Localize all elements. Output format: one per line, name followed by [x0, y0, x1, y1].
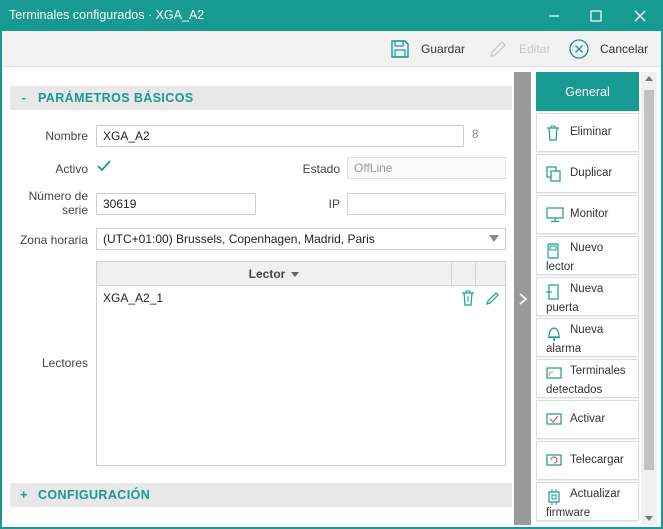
config-section-header[interactable]: + CONFIGURACIÓN [10, 483, 512, 507]
title-bar: Terminales configurados · XGA_A2 [0, 0, 663, 31]
expand-toggle: + [20, 488, 28, 502]
timezone-label: Zona horaria [19, 233, 88, 247]
new-reader-label-1: Nuevo [570, 242, 604, 254]
collapse-toggle: - [21, 91, 27, 105]
save-label: Guardar [421, 42, 466, 56]
maximize-icon [590, 9, 602, 22]
minimize-icon [549, 14, 559, 17]
checkmark-icon [97, 160, 111, 172]
download-refresh-icon [546, 453, 562, 470]
minimize-button[interactable] [534, 0, 574, 31]
timezone-value: (UTC+01:00) Brussels, Copenhagen, Madrid… [103, 232, 375, 246]
new-reader-label-2: lector [546, 261, 575, 273]
new-door-label-1: Nueva [570, 283, 604, 295]
reader-column-label: Lector [248, 267, 286, 281]
floppy-disk-icon [391, 40, 409, 58]
active-checkbox[interactable] [96, 158, 112, 174]
collapse-sidebar-handle[interactable] [514, 72, 531, 525]
serial-number-field[interactable]: 30619 [96, 193, 256, 215]
grid-header-spacer [452, 262, 476, 286]
timezone-select[interactable]: (UTC+01:00) Brussels, Copenhagen, Madrid… [96, 228, 506, 250]
monitor-label: Monitor [570, 208, 609, 220]
toolbar: Guardar Editar Cancelar [2, 31, 661, 67]
serial-label-line2: serie [61, 203, 88, 217]
cancel-button[interactable]: Cancelar [568, 35, 648, 63]
cancel-circle-icon [569, 39, 589, 59]
general-label: General [565, 84, 610, 99]
download-label: Telecargar [570, 454, 624, 466]
detected-terminals-label-2: detectados [546, 384, 603, 396]
active-label: Activo [55, 162, 88, 176]
bell-icon [546, 325, 562, 344]
maximize-button[interactable] [576, 0, 616, 31]
new-alarm-button[interactable]: Nueva alarma [536, 318, 639, 357]
delete-button[interactable]: Eliminar [536, 113, 639, 152]
scroll-down-arrow-icon[interactable] [645, 516, 653, 521]
trash-icon [546, 125, 560, 144]
reader-device-icon [546, 243, 560, 262]
activate-icon [546, 412, 562, 429]
ip-label: IP [328, 197, 340, 211]
new-door-label-2: puerta [546, 302, 579, 314]
door-icon [546, 284, 560, 303]
sidebar-scrollbar[interactable] [641, 72, 657, 525]
activate-label: Activar [570, 413, 606, 425]
download-button[interactable]: Telecargar [536, 441, 639, 480]
basic-section-title: PARÁMETROS BÁSICOS [38, 91, 194, 105]
delete-reader-button[interactable] [461, 290, 475, 309]
name-field[interactable]: XGA_A2 [96, 125, 464, 147]
config-section-title: CONFIGURACIÓN [38, 488, 151, 502]
dropdown-arrow-icon [489, 235, 499, 242]
state-field: OffLine [347, 157, 506, 179]
pencil-icon [486, 292, 499, 305]
sort-caret-icon [291, 271, 300, 277]
form-area: - PARÁMETROS BÁSICOS Nombre XGA_A2 8 Act… [2, 68, 514, 527]
readers-label: Lectores [41, 356, 88, 370]
readers-grid: Lector XGA_A2_1 [96, 261, 506, 466]
reader-column-header[interactable]: Lector [97, 262, 452, 286]
state-label: Estado [302, 162, 340, 176]
tab-general[interactable]: General [536, 72, 639, 111]
edit-button[interactable]: Editar [487, 35, 550, 63]
edit-reader-button[interactable] [485, 290, 501, 309]
trash-icon [462, 290, 474, 306]
close-window-button[interactable] [620, 0, 660, 31]
monitor-button[interactable]: Monitor [536, 195, 639, 234]
basic-section-header[interactable]: - PARÁMETROS BÁSICOS [10, 86, 512, 110]
detected-terminals-label-1: Terminales [570, 365, 626, 377]
window-title: Terminales configurados · XGA_A2 [9, 8, 205, 22]
update-firmware-label-2: firmware [546, 507, 591, 519]
duplicate-icon [546, 166, 562, 185]
new-alarm-label-1: Nueva [570, 324, 604, 336]
reader-name: XGA_A2_1 [103, 291, 164, 305]
edit-label: Editar [519, 42, 551, 56]
update-firmware-label-1: Actualizar [570, 488, 621, 500]
chip-icon [546, 489, 562, 508]
pencil-icon [490, 41, 506, 57]
chevron-right-icon [518, 292, 527, 305]
name-label: Nombre [45, 129, 88, 143]
new-reader-button[interactable]: Nuevo lector [536, 236, 639, 275]
new-door-button[interactable]: Nueva puerta [536, 277, 639, 316]
activate-button[interactable]: Activar [536, 400, 639, 439]
duplicate-label: Duplicar [570, 167, 613, 179]
monitor-icon [546, 207, 564, 226]
scroll-up-arrow-icon[interactable] [645, 76, 653, 81]
terminal-signal-icon [546, 366, 562, 383]
grid-header: Lector [97, 262, 505, 286]
new-alarm-label-2: alarma [546, 343, 582, 355]
table-row[interactable]: XGA_A2_1 [97, 286, 505, 310]
name-char-count: 8 [472, 129, 479, 141]
close-icon [634, 10, 646, 21]
save-button[interactable]: Guardar [389, 35, 465, 63]
cancel-label: Cancelar [600, 42, 649, 56]
duplicate-button[interactable]: Duplicar [536, 154, 639, 193]
detected-terminals-button[interactable]: Terminales detectados [536, 359, 639, 398]
ip-field[interactable] [347, 193, 506, 215]
delete-label: Eliminar [570, 126, 612, 138]
serial-label-line1: Número de [28, 189, 88, 203]
update-firmware-button[interactable]: Actualizar firmware [536, 482, 639, 521]
scrollbar-thumb[interactable] [644, 90, 654, 470]
